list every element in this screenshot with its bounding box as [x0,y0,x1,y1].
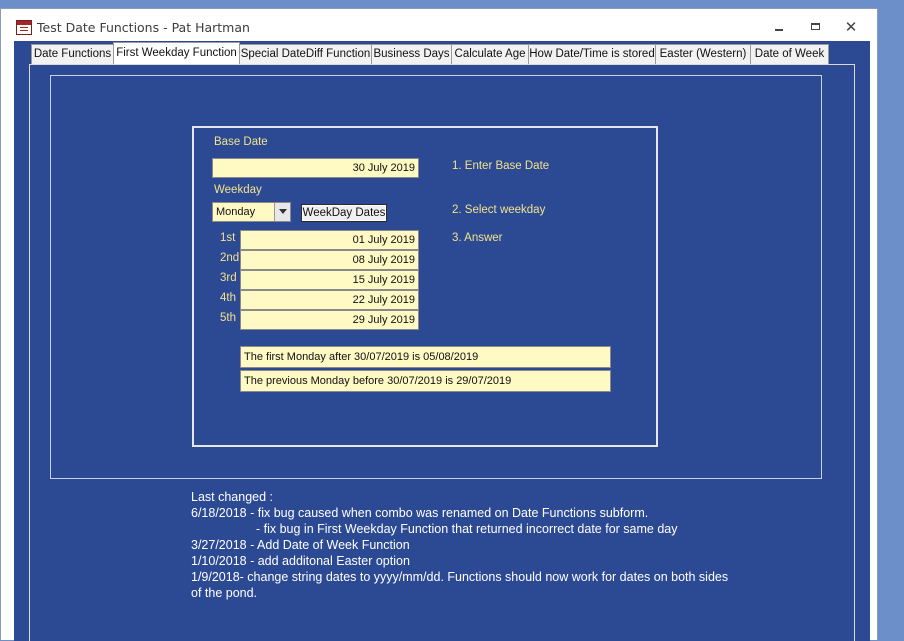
weekday-dates-button[interactable]: WeekDay Dates [301,204,387,222]
tab-first-weekday-function[interactable]: First Weekday Function [113,42,240,64]
note-line: 6/18/2018 - fix bug caused when combo wa… [191,506,649,520]
tab-date-functions[interactable]: Date Functions [31,44,114,64]
base-date-input[interactable]: 30 July 2019 [212,158,419,178]
tab-special-datediff-function[interactable]: Special DateDiff Function [239,44,372,64]
answer-2nd-field[interactable]: 08 July 2019 [240,250,419,270]
answer-2nd-label: 2nd [220,252,240,264]
answer-5th-label: 5th [220,312,236,324]
maximize-button[interactable] [803,17,827,37]
answer-4th-label: 4th [220,292,236,304]
answer-4th-field[interactable]: 22 July 2019 [240,290,419,310]
app-window: Test Date Functions - Pat Hartman ✕ Date… [0,8,878,641]
minimize-button[interactable] [767,17,791,37]
note-line: 3/27/2018 - Add Date of Week Function [191,538,410,552]
answer-3rd-label: 3rd [220,272,237,284]
note-line: of the pond. [191,586,258,600]
note-line: 1/9/2018- change string dates to yyyy/mm… [191,570,729,584]
tab-business-days[interactable]: Business Days [371,44,452,64]
weekday-panel: Base Date 30 July 2019 1. Enter Base Dat… [192,126,658,447]
answer-5th-field[interactable]: 29 July 2019 [240,310,419,330]
tab-easter-western[interactable]: Easter (Western) [655,44,751,64]
note-line: - fix bug in First Weekday Function that… [256,522,678,536]
base-date-label: Base Date [214,136,268,148]
weekday-label: Weekday [214,184,262,196]
answer-1st-field[interactable]: 01 July 2019 [240,230,419,250]
maximize-icon [810,23,820,30]
weekday-combo-value: Monday [216,206,256,218]
answer-1st-label: 1st [220,232,236,244]
chevron-down-icon[interactable] [274,203,290,221]
tab-calculate-age[interactable]: Calculate Age [451,44,529,64]
first-after-field[interactable]: The first Monday after 30/07/2019 is 05/… [240,346,611,368]
title-bar: Test Date Functions - Pat Hartman ✕ [1,9,877,41]
step-1-label: 1. Enter Base Date [452,160,550,172]
minimize-icon [775,28,783,31]
step-2-label: 2. Select weekday [452,204,546,216]
access-form-icon [16,20,32,35]
weekday-combo[interactable]: Monday [212,202,291,222]
close-button[interactable]: ✕ [839,17,863,37]
change-notes: Last changed : 6/18/2018 - fix bug cause… [191,489,728,601]
note-line: Last changed : [191,490,274,504]
answer-3rd-field[interactable]: 15 July 2019 [240,270,419,290]
close-icon: ✕ [844,18,858,36]
note-line: 1/10/2018 - add additonal Easter option [191,554,410,568]
tab-how-datetime-is-stored[interactable]: How Date/Time is stored [528,44,656,64]
previous-before-field[interactable]: The previous Monday before 30/07/2019 is… [240,370,611,392]
tab-date-of-week[interactable]: Date of Week [750,44,829,64]
window-title: Test Date Functions - Pat Hartman [37,20,250,35]
step-3-label: 3. Answer [452,232,503,244]
